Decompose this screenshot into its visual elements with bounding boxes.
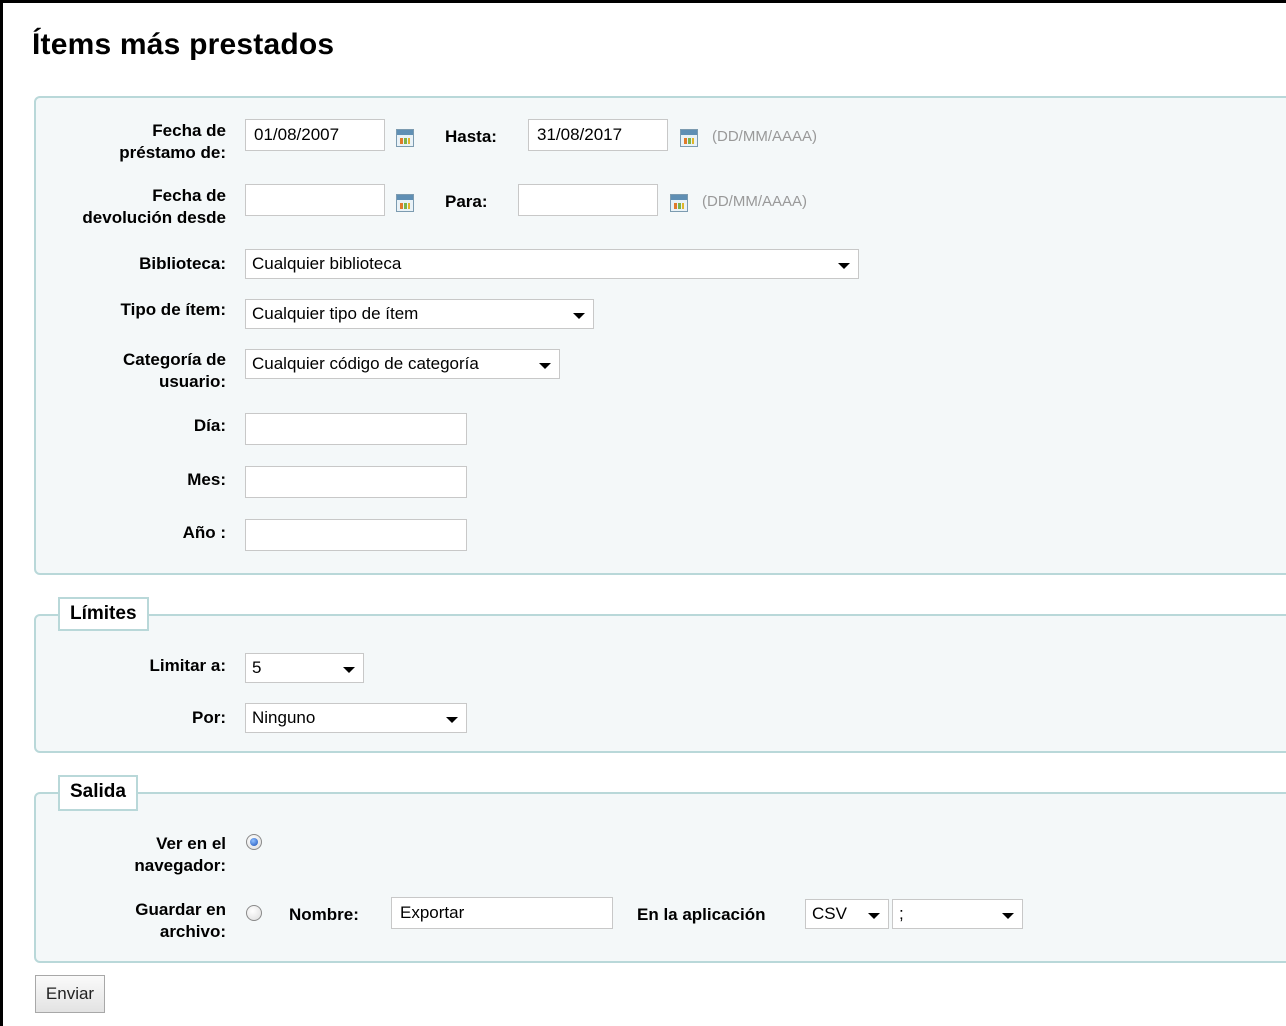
limits-legend: Límites bbox=[58, 597, 149, 631]
patron-category-select[interactable]: Cualquier código de categoría bbox=[245, 349, 560, 379]
chevron-down-icon bbox=[446, 717, 458, 723]
day-label: Día: bbox=[193, 416, 226, 435]
year-input[interactable] bbox=[245, 519, 467, 551]
chevron-down-icon bbox=[343, 667, 355, 673]
patron-category-select-value: Cualquier código de categoría bbox=[252, 354, 479, 373]
format-select-value: CSV bbox=[812, 904, 847, 923]
item-type-select[interactable]: Cualquier tipo de ítem bbox=[245, 299, 594, 329]
day-input[interactable] bbox=[245, 413, 467, 445]
loan-date-label: Fecha de préstamo de: bbox=[119, 121, 226, 162]
calendar-icon[interactable] bbox=[670, 194, 688, 212]
calendar-icon[interactable] bbox=[680, 129, 698, 147]
limit-to-select[interactable]: 5 bbox=[245, 653, 364, 683]
browser-output-radio[interactable] bbox=[246, 834, 262, 850]
file-output-label: Guardar en archivo: bbox=[135, 900, 226, 941]
item-type-label: Tipo de ítem: bbox=[120, 300, 226, 319]
browser-output-label: Ver en el navegador: bbox=[134, 834, 226, 875]
file-name-label: Nombre: bbox=[289, 905, 359, 924]
chevron-down-icon bbox=[868, 913, 880, 919]
library-label: Biblioteca: bbox=[139, 254, 226, 273]
by-label: Por: bbox=[192, 708, 226, 727]
return-date-to-label: Para: bbox=[445, 192, 488, 211]
return-date-from-input[interactable] bbox=[245, 184, 385, 216]
calendar-icon[interactable] bbox=[396, 194, 414, 212]
submit-button[interactable]: Enviar bbox=[35, 975, 105, 1013]
chevron-down-icon bbox=[838, 263, 850, 269]
loan-date-to-input[interactable]: 31/08/2017 bbox=[528, 119, 668, 151]
page-title: Ítems más prestados bbox=[32, 28, 335, 61]
return-date-to-input[interactable] bbox=[518, 184, 658, 216]
chevron-down-icon bbox=[573, 313, 585, 319]
chevron-down-icon bbox=[1002, 913, 1014, 919]
output-legend: Salida bbox=[58, 775, 138, 811]
file-name-input[interactable]: Exportar bbox=[391, 897, 613, 929]
separator-select-value: ; bbox=[899, 904, 904, 923]
separator-select[interactable]: ; bbox=[892, 899, 1023, 929]
return-date-label: Fecha de devolución desde bbox=[82, 186, 226, 227]
format-select[interactable]: CSV bbox=[805, 899, 889, 929]
date-format-hint: (DD/MM/AAAA) bbox=[712, 128, 817, 145]
loan-date-from-input[interactable]: 01/08/2007 bbox=[245, 119, 385, 151]
month-label: Mes: bbox=[187, 470, 226, 489]
library-select-value: Cualquier biblioteca bbox=[252, 254, 402, 273]
patron-category-label: Categoría de usuario: bbox=[123, 350, 226, 391]
chevron-down-icon bbox=[539, 363, 551, 369]
date-format-hint: (DD/MM/AAAA) bbox=[702, 193, 807, 210]
year-label: Año : bbox=[182, 523, 226, 542]
by-select[interactable]: Ninguno bbox=[245, 703, 467, 733]
calendar-icon[interactable] bbox=[396, 129, 414, 147]
application-label: En la aplicación bbox=[637, 905, 766, 924]
filters-fieldset bbox=[34, 96, 1286, 575]
limits-fieldset bbox=[34, 614, 1286, 753]
limit-to-select-value: 5 bbox=[252, 658, 262, 677]
library-select[interactable]: Cualquier biblioteca bbox=[245, 249, 859, 279]
loan-date-to-label: Hasta: bbox=[445, 127, 497, 146]
item-type-select-value: Cualquier tipo de ítem bbox=[252, 304, 419, 323]
by-select-value: Ninguno bbox=[252, 708, 316, 727]
file-output-radio[interactable] bbox=[246, 905, 262, 921]
month-input[interactable] bbox=[245, 466, 467, 498]
limit-to-label: Limitar a: bbox=[149, 656, 226, 675]
